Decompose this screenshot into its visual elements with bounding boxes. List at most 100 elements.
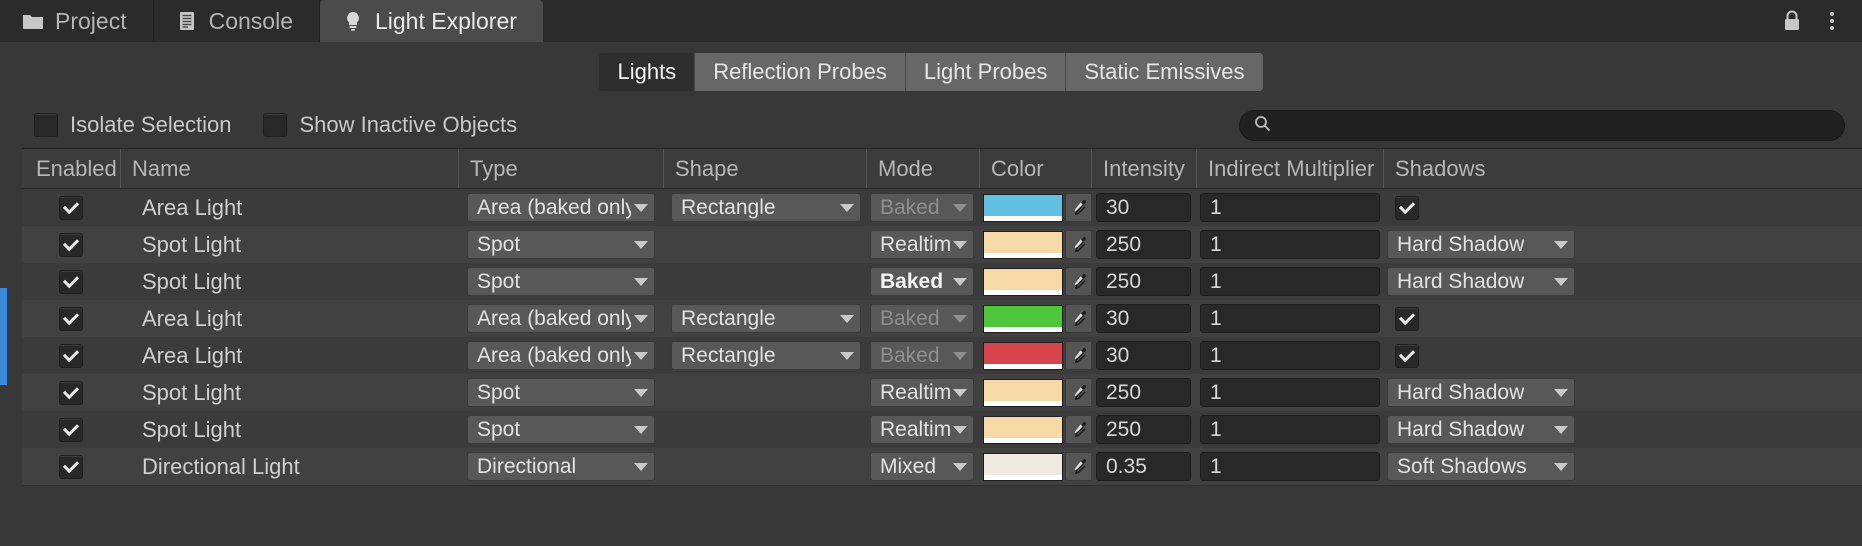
- row-6-color-cell[interactable]: [979, 411, 1091, 448]
- row-0-mode-dropdown[interactable]: Baked: [870, 193, 974, 222]
- row-7-shadows-dropdown[interactable]: Soft Shadows: [1387, 452, 1575, 481]
- row-2-color-cell[interactable]: [979, 263, 1091, 300]
- row-6-shadows-dropdown[interactable]: Hard Shadow: [1387, 415, 1575, 444]
- row-3-shadows-cell[interactable]: [1383, 300, 1862, 337]
- row-7-indirect-cell[interactable]: 1: [1196, 448, 1383, 485]
- row-0-shape-dropdown[interactable]: Rectangle: [671, 193, 861, 222]
- window-tab-light-explorer[interactable]: Light Explorer: [320, 0, 543, 42]
- row-0-type-cell[interactable]: Area (baked only: [458, 189, 663, 226]
- row-4-shape-dropdown[interactable]: Rectangle: [671, 341, 861, 370]
- row-5-color-cell[interactable]: [979, 374, 1091, 411]
- row-2-shape-cell[interactable]: [663, 263, 866, 300]
- row-7-intensity-cell[interactable]: 0.35: [1091, 448, 1196, 485]
- table-row[interactable]: Area LightArea (baked onlyRectangleBaked…: [22, 300, 1862, 337]
- row-2-shadows-cell[interactable]: Hard Shadow: [1383, 263, 1862, 300]
- row-6-type-dropdown[interactable]: Spot: [467, 415, 655, 444]
- row-7-mode-cell[interactable]: Mixed: [866, 448, 979, 485]
- row-3-mode-dropdown[interactable]: Baked: [870, 304, 974, 333]
- column-header-name[interactable]: Name: [120, 149, 458, 188]
- row-4-indirect-field[interactable]: 1: [1200, 341, 1380, 370]
- table-row[interactable]: Directional LightDirectional Mixed 0.35 1So…: [22, 448, 1862, 485]
- row-4-type-dropdown[interactable]: Area (baked only: [467, 341, 655, 370]
- row-1-shadows-cell[interactable]: Hard Shadow: [1383, 226, 1862, 263]
- row-0-intensity-field[interactable]: 30: [1096, 193, 1191, 222]
- row-3-enabled-cell[interactable]: [22, 300, 120, 337]
- search-input[interactable]: [1279, 114, 1823, 138]
- column-header-enabled[interactable]: Enabled: [22, 149, 120, 188]
- search-field[interactable]: [1239, 110, 1845, 141]
- row-4-intensity-field[interactable]: 30: [1096, 341, 1191, 370]
- row-2-type-cell[interactable]: Spot: [458, 263, 663, 300]
- column-header-type[interactable]: Type: [458, 149, 663, 188]
- row-5-type-dropdown[interactable]: Spot: [467, 378, 655, 407]
- row-5-mode-cell[interactable]: Realtime: [866, 374, 979, 411]
- row-1-mode-cell[interactable]: Realtime: [866, 226, 979, 263]
- eyedropper-icon[interactable]: [1065, 341, 1091, 370]
- row-1-shape-cell[interactable]: [663, 226, 866, 263]
- row-1-enabled-cell[interactable]: [22, 226, 120, 263]
- row-6-shadows-cell[interactable]: Hard Shadow: [1383, 411, 1862, 448]
- row-3-indirect-cell[interactable]: 1: [1196, 300, 1383, 337]
- row-4-color-swatch[interactable]: [983, 342, 1063, 370]
- row-5-enabled-cell[interactable]: [22, 374, 120, 411]
- window-tab-console[interactable]: Console: [154, 0, 320, 42]
- row-5-intensity-field[interactable]: 250: [1096, 378, 1191, 407]
- row-6-mode-dropdown[interactable]: Realtime: [870, 415, 974, 444]
- row-4-type-cell[interactable]: Area (baked only: [458, 337, 663, 374]
- row-5-indirect-field[interactable]: 1: [1200, 378, 1380, 407]
- row-1-type-cell[interactable]: Spot: [458, 226, 663, 263]
- tab-lights[interactable]: Lights: [599, 53, 695, 91]
- table-row[interactable]: Spot LightSpotRealtime2501Hard Shadow: [22, 226, 1862, 263]
- window-tab-project[interactable]: Project: [0, 0, 154, 42]
- row-6-indirect-field[interactable]: 1: [1200, 415, 1380, 444]
- row-3-name-cell[interactable]: Area Light: [120, 300, 458, 337]
- lock-icon[interactable]: [1780, 9, 1804, 33]
- row-4-shadows-checkbox[interactable]: [1395, 344, 1419, 368]
- row-2-color-swatch[interactable]: [983, 268, 1063, 296]
- row-7-indirect-field[interactable]: 1: [1200, 452, 1380, 481]
- row-6-shape-cell[interactable]: [663, 411, 866, 448]
- row-2-name-cell[interactable]: Spot Light: [120, 263, 458, 300]
- row-4-intensity-cell[interactable]: 30: [1091, 337, 1196, 374]
- row-3-shadows-checkbox[interactable]: [1395, 307, 1419, 331]
- row-1-intensity-field[interactable]: 250: [1096, 230, 1191, 259]
- row-5-shadows-cell[interactable]: Hard Shadow: [1383, 374, 1862, 411]
- eyedropper-icon[interactable]: [1065, 452, 1091, 481]
- row-1-shadows-dropdown[interactable]: Hard Shadow: [1387, 230, 1575, 259]
- row-3-intensity-cell[interactable]: 30: [1091, 300, 1196, 337]
- table-row[interactable]: Spot LightSpotBaked2501Hard Shadow: [22, 263, 1862, 300]
- column-header-shape[interactable]: Shape: [663, 149, 866, 188]
- row-3-color-swatch[interactable]: [983, 305, 1063, 333]
- row-7-shape-cell[interactable]: [663, 448, 866, 485]
- row-3-enabled-checkbox[interactable]: [59, 307, 83, 331]
- column-header-indirect-multiplier[interactable]: Indirect Multiplier: [1196, 149, 1383, 188]
- row-7-type-cell[interactable]: Directional: [458, 448, 663, 485]
- row-5-shadows-dropdown[interactable]: Hard Shadow: [1387, 378, 1575, 407]
- row-6-intensity-cell[interactable]: 250: [1091, 411, 1196, 448]
- table-row[interactable]: Area LightArea (baked onlyRectangleBaked…: [22, 337, 1862, 374]
- row-0-indirect-cell[interactable]: 1: [1196, 189, 1383, 226]
- kebab-menu-icon[interactable]: [1820, 9, 1844, 33]
- row-2-shadows-dropdown[interactable]: Hard Shadow: [1387, 267, 1575, 296]
- row-0-enabled-cell[interactable]: [22, 189, 120, 226]
- tab-light-probes[interactable]: Light Probes: [906, 53, 1067, 91]
- row-2-intensity-cell[interactable]: 250: [1091, 263, 1196, 300]
- row-1-indirect-cell[interactable]: 1: [1196, 226, 1383, 263]
- table-row[interactable]: Spot LightSpotRealtime2501Hard Shadow: [22, 374, 1862, 411]
- row-7-intensity-field[interactable]: 0.35: [1096, 452, 1191, 481]
- row-6-intensity-field[interactable]: 250: [1096, 415, 1191, 444]
- row-3-intensity-field[interactable]: 30: [1096, 304, 1191, 333]
- row-4-name-cell[interactable]: Area Light: [120, 337, 458, 374]
- row-7-name-cell[interactable]: Directional Light: [120, 448, 458, 485]
- row-0-indirect-field[interactable]: 1: [1200, 193, 1380, 222]
- row-1-color-cell[interactable]: [979, 226, 1091, 263]
- row-5-enabled-checkbox[interactable]: [59, 381, 83, 405]
- row-4-enabled-cell[interactable]: [22, 337, 120, 374]
- row-6-indirect-cell[interactable]: 1: [1196, 411, 1383, 448]
- row-0-shadows-cell[interactable]: [1383, 189, 1862, 226]
- row-4-shape-cell[interactable]: Rectangle: [663, 337, 866, 374]
- row-3-mode-cell[interactable]: Baked: [866, 300, 979, 337]
- row-3-shape-dropdown[interactable]: Rectangle: [671, 304, 861, 333]
- show-inactive-objects-toggle[interactable]: Show Inactive Objects: [263, 112, 517, 138]
- eyedropper-icon[interactable]: [1065, 304, 1091, 333]
